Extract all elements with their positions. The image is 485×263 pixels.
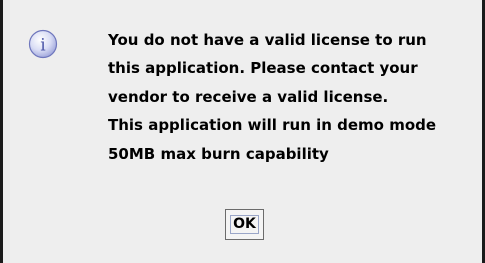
license-info-dialog: i You do not have a valid license to run… bbox=[0, 0, 485, 263]
info-icon: i bbox=[28, 29, 58, 59]
message-line-3: vendor to receive a valid license. bbox=[108, 87, 389, 106]
message-line-1: You do not have a valid license to run bbox=[108, 31, 427, 49]
message-line-4: This application will run in demo mode bbox=[108, 116, 437, 135]
message-line-2: this application. Please contact your bbox=[108, 59, 418, 78]
info-icon-glyph: i bbox=[40, 36, 46, 56]
ok-button-label: OK bbox=[233, 216, 256, 232]
ok-button[interactable]: OK bbox=[225, 209, 264, 240]
message-line-5: 50MB max burn capability bbox=[108, 144, 329, 163]
dialog-message: You do not have a valid license to run t… bbox=[108, 26, 478, 168]
